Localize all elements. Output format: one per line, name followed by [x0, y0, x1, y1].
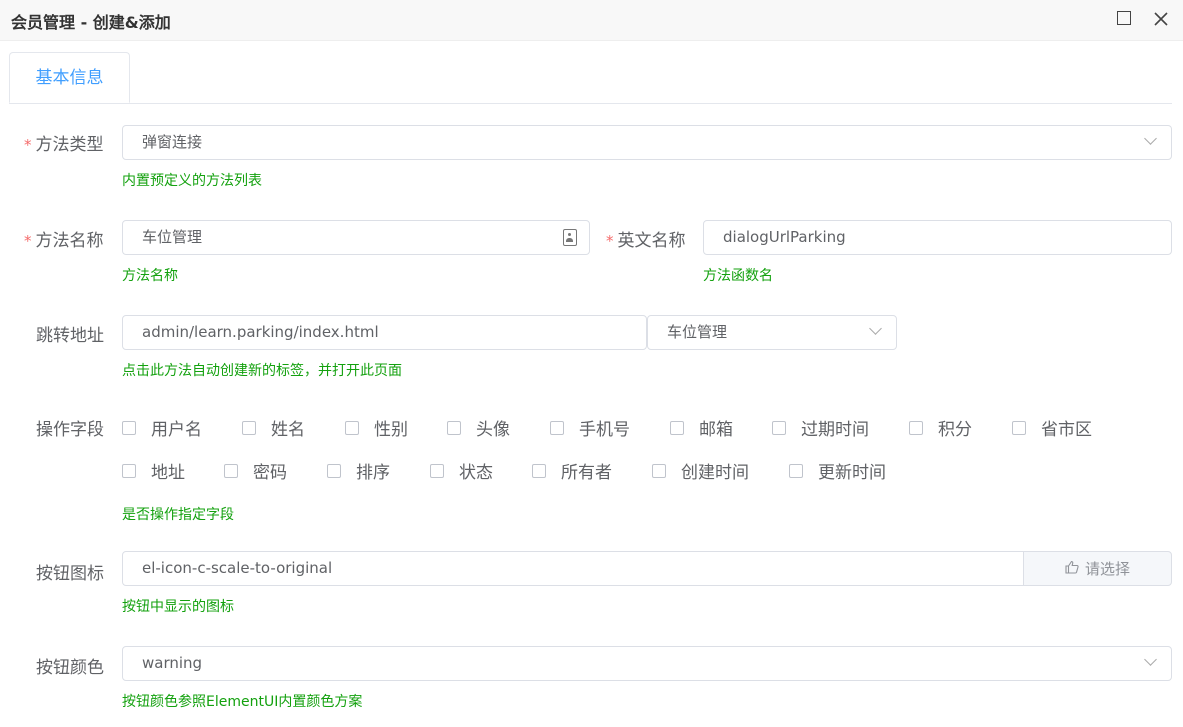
checkbox-expire-time[interactable]: 过期时间 — [772, 415, 869, 440]
checkbox-box[interactable] — [327, 463, 341, 478]
method-type-value: 弹窗连接 — [142, 133, 203, 151]
checkbox-avatar[interactable]: 头像 — [447, 415, 510, 440]
checkbox-box[interactable] — [909, 420, 923, 435]
checkbox-phone[interactable]: 手机号 — [550, 415, 630, 440]
checkbox-label: 用户名 — [151, 420, 202, 440]
jump-url-input[interactable]: admin/learn.parking/index.html — [122, 315, 647, 350]
method-type-label-text: 方法类型 — [35, 135, 104, 155]
button-icon-value: el-icon-c-scale-to-original — [142, 559, 333, 577]
button-color-tip: 按钮颜色参照ElementUI内置颜色方案 — [122, 694, 363, 710]
checkbox-label: 性别 — [374, 420, 408, 440]
jump-url-menu-select[interactable]: 车位管理 — [647, 315, 897, 350]
checkbox-box[interactable] — [430, 463, 444, 478]
tab-bar: 基本信息 — [9, 52, 1172, 104]
close-icon[interactable] — [1150, 8, 1172, 30]
checkbox-label: 地址 — [151, 463, 185, 483]
checkbox-username[interactable]: 用户名 — [122, 415, 202, 440]
checkbox-box[interactable] — [772, 420, 786, 435]
english-name-value: dialogUrlParking — [723, 228, 846, 246]
checkbox-box[interactable] — [345, 420, 359, 435]
method-type-select[interactable]: 弹窗连接 — [122, 125, 1172, 160]
checkbox-box[interactable] — [122, 463, 136, 478]
maximize-icon[interactable] — [1113, 8, 1135, 30]
checkbox-box[interactable] — [789, 463, 803, 478]
choose-icon-button[interactable]: 请选择 — [1023, 551, 1172, 586]
checkbox-label: 头像 — [476, 420, 510, 440]
checkbox-update-time[interactable]: 更新时间 — [789, 458, 886, 483]
method-type-tip: 内置预定义的方法列表 — [122, 173, 262, 189]
checkbox-box[interactable] — [532, 463, 546, 478]
checkbox-label: 邮箱 — [699, 420, 733, 440]
method-name-label: * 方法名称 — [24, 226, 104, 251]
checkbox-email[interactable]: 邮箱 — [670, 415, 733, 440]
fields-label: 操作字段 — [36, 420, 104, 440]
checkbox-owner[interactable]: 所有者 — [532, 458, 612, 483]
checkbox-label: 排序 — [356, 463, 390, 483]
method-name-tip: 方法名称 — [122, 268, 178, 284]
english-name-label: * 英文名称 — [606, 226, 686, 251]
checkbox-status[interactable]: 状态 — [430, 458, 493, 483]
button-color-value: warning — [142, 654, 203, 672]
checkbox-label: 积分 — [938, 420, 972, 440]
checkbox-box[interactable] — [670, 420, 684, 435]
method-name-value: 车位管理 — [142, 228, 203, 246]
checkbox-sort[interactable]: 排序 — [327, 458, 390, 483]
method-type-label: * 方法类型 — [24, 130, 104, 155]
button-icon-input[interactable]: el-icon-c-scale-to-original — [122, 551, 1024, 586]
checkbox-label: 密码 — [253, 463, 287, 483]
checkbox-box[interactable] — [447, 420, 461, 435]
checkbox-points[interactable]: 积分 — [909, 415, 972, 440]
chevron-down-icon — [869, 322, 882, 335]
checkbox-gender[interactable]: 性别 — [345, 415, 408, 440]
checkbox-label: 所有者 — [561, 463, 612, 483]
fields-tip: 是否操作指定字段 — [122, 507, 234, 523]
checkbox-name[interactable]: 姓名 — [242, 415, 305, 440]
checkbox-box[interactable] — [652, 463, 666, 478]
checkbox-box[interactable] — [224, 463, 238, 478]
jump-url-tip: 点击此方法自动创建新的标签，并打开此页面 — [122, 363, 402, 379]
checkbox-box[interactable] — [122, 420, 136, 435]
english-name-label-text: 英文名称 — [617, 231, 686, 251]
english-name-tip: 方法函数名 — [703, 268, 773, 284]
checkbox-label: 更新时间 — [818, 463, 886, 483]
method-name-input[interactable]: 车位管理 — [122, 220, 590, 255]
button-icon-label: 按钮图标 — [36, 564, 104, 584]
button-color-label: 按钮颜色 — [36, 658, 104, 678]
required-mark: * — [606, 232, 614, 250]
checkbox-label: 姓名 — [271, 420, 305, 440]
checkbox-label: 创建时间 — [681, 463, 749, 483]
checkbox-label: 状态 — [459, 463, 493, 483]
checkbox-box[interactable] — [550, 420, 564, 435]
required-mark: * — [24, 232, 32, 250]
button-icon-tip: 按钮中显示的图标 — [122, 599, 234, 615]
english-name-input[interactable]: dialogUrlParking — [703, 220, 1172, 255]
checkbox-label: 省市区 — [1041, 420, 1092, 440]
button-color-select[interactable]: warning — [122, 646, 1172, 681]
method-name-label-text: 方法名称 — [35, 231, 104, 251]
required-mark: * — [24, 136, 32, 154]
jump-url-label: 跳转地址 — [36, 326, 104, 346]
checkbox-region[interactable]: 省市区 — [1012, 415, 1092, 440]
window-titlebar: 会员管理 - 创建&添加 — [0, 0, 1183, 41]
thumb-up-icon — [1065, 560, 1079, 578]
chevron-down-icon — [1144, 653, 1157, 666]
choose-icon-label: 请选择 — [1084, 560, 1130, 578]
checkbox-box[interactable] — [242, 420, 256, 435]
checkbox-password[interactable]: 密码 — [224, 458, 287, 483]
checkbox-address[interactable]: 地址 — [122, 458, 185, 483]
checkbox-box[interactable] — [1012, 420, 1026, 435]
chevron-down-icon — [1144, 132, 1157, 145]
checkbox-create-time[interactable]: 创建时间 — [652, 458, 749, 483]
window-title: 会员管理 - 创建&添加 — [11, 13, 171, 32]
contact-card-icon[interactable] — [563, 229, 577, 246]
jump-url-value: admin/learn.parking/index.html — [142, 323, 379, 341]
checkbox-label: 过期时间 — [801, 420, 869, 440]
checkbox-label: 手机号 — [579, 420, 630, 440]
jump-url-menu-value: 车位管理 — [667, 323, 728, 341]
tab-basic-info[interactable]: 基本信息 — [9, 52, 130, 103]
